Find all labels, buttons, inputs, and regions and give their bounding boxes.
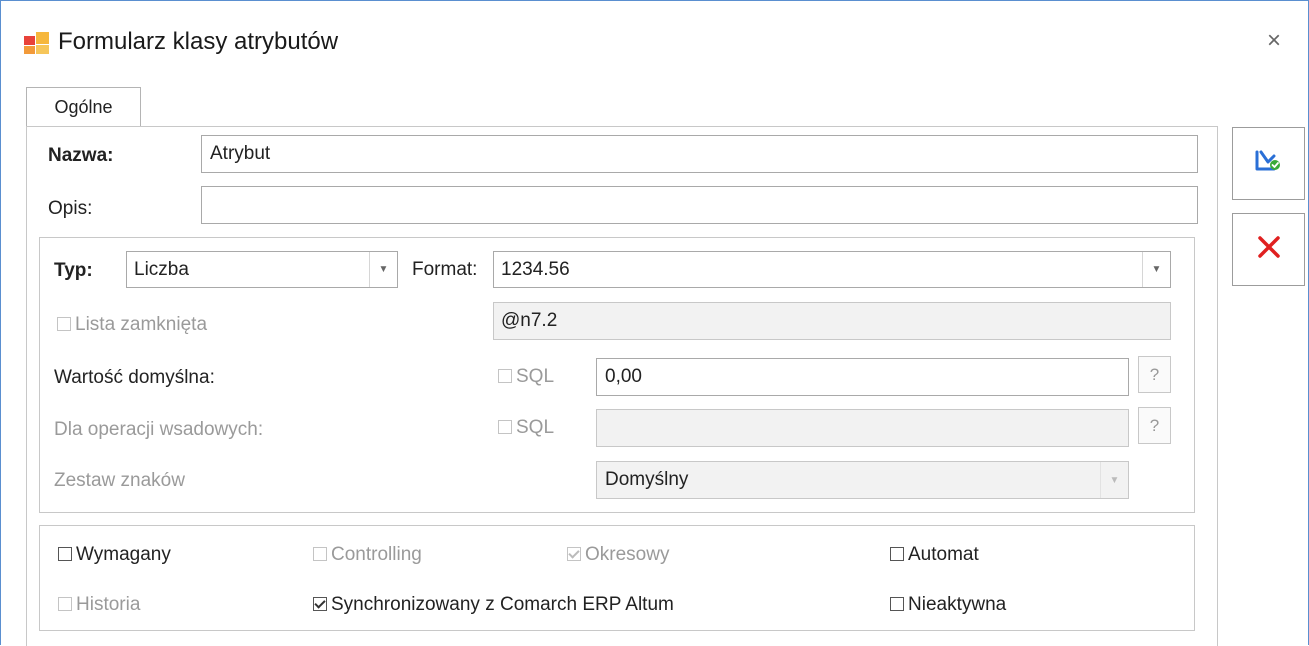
checkbox-icon [567, 547, 581, 561]
cancel-button[interactable] [1232, 213, 1305, 286]
lista-zamknieta-checkbox: Lista zamknięta [57, 314, 207, 336]
wymagany-label: Wymagany [76, 544, 171, 565]
save-icon [1254, 148, 1284, 179]
wymagany-checkbox[interactable]: Wymagany [58, 544, 171, 566]
nazwa-input[interactable]: Atrybut [201, 135, 1198, 173]
nieaktywna-checkbox[interactable]: Nieaktywna [890, 594, 1006, 616]
format-value: 1234.56 [501, 258, 570, 280]
checkbox-icon [313, 547, 327, 561]
opis-input[interactable] [201, 186, 1198, 224]
typ-select[interactable]: Liczba ▼ [126, 251, 398, 288]
wartosc-domyslna-label: Wartość domyślna: [54, 367, 215, 388]
opis-label: Opis: [48, 198, 93, 219]
format-label: Format: [412, 259, 478, 280]
historia-checkbox: Historia [58, 594, 140, 616]
typ-value: Liczba [134, 258, 189, 280]
wartosc-domyslna-input[interactable]: 0,00 [596, 358, 1129, 396]
zestaw-znakow-select: Domyślny ▼ [596, 461, 1129, 499]
app-icon [23, 31, 51, 55]
tab-label: Ogólne [54, 97, 113, 117]
nieaktywna-label: Nieaktywna [908, 594, 1007, 615]
wartosc-sql-label: SQL [516, 366, 555, 387]
automat-label: Automat [908, 544, 979, 565]
tab-ogolne[interactable]: Ogólne [26, 87, 141, 127]
checkbox-icon [498, 420, 512, 434]
window-title: Formularz klasy atrybutów [58, 28, 339, 55]
checkbox-icon[interactable] [890, 547, 904, 561]
nazwa-value: Atrybut [210, 143, 271, 164]
checkbox-icon[interactable] [313, 597, 327, 611]
wsadowe-sql-label: SQL [516, 417, 555, 438]
chevron-down-icon: ▼ [1100, 462, 1128, 498]
wartosc-value: 0,00 [605, 366, 642, 387]
wsadowe-input [596, 409, 1129, 447]
automat-checkbox[interactable]: Automat [890, 544, 979, 566]
checkbox-icon[interactable] [890, 597, 904, 611]
checkbox-icon [498, 369, 512, 383]
close-icon[interactable]: × [1267, 27, 1281, 55]
historia-label: Historia [76, 594, 141, 615]
nazwa-label: Nazwa: [48, 145, 114, 166]
controlling-label: Controlling [331, 544, 422, 565]
typ-label: Typ: [54, 260, 93, 281]
synchronizowany-checkbox[interactable]: Synchronizowany z Comarch ERP Altum [313, 594, 674, 616]
synchronizowany-label: Synchronizowany z Comarch ERP Altum [331, 594, 674, 615]
wartosc-help-button: ? [1138, 356, 1171, 393]
format-select[interactable]: 1234.56 ▼ [493, 251, 1171, 288]
format-code-value: @n7.2 [501, 310, 558, 331]
chevron-down-icon[interactable]: ▼ [369, 252, 397, 287]
checkbox-icon [58, 597, 72, 611]
checkbox-icon[interactable] [58, 547, 72, 561]
okresowy-checkbox: Okresowy [567, 544, 669, 566]
okresowy-label: Okresowy [585, 544, 670, 565]
lista-zamknieta-label: Lista zamknięta [75, 314, 208, 335]
zestaw-znakow-label: Zestaw znaków [54, 470, 185, 491]
dialog-window: Formularz klasy atrybutów × Ogólne Nazwa… [0, 0, 1309, 646]
controlling-checkbox: Controlling [313, 544, 422, 566]
wsadowe-help-button: ? [1138, 407, 1171, 444]
format-code-field: @n7.2 [493, 302, 1171, 340]
cancel-icon [1256, 234, 1282, 265]
wsadowe-sql-checkbox: SQL [498, 417, 554, 439]
zestaw-value: Domyślny [605, 469, 689, 490]
chevron-down-icon[interactable]: ▼ [1142, 252, 1170, 287]
save-button[interactable] [1232, 127, 1305, 200]
wartosc-sql-checkbox: SQL [498, 366, 554, 388]
wsadowe-label: Dla operacji wsadowych: [54, 419, 264, 440]
checkbox-icon [57, 317, 71, 331]
